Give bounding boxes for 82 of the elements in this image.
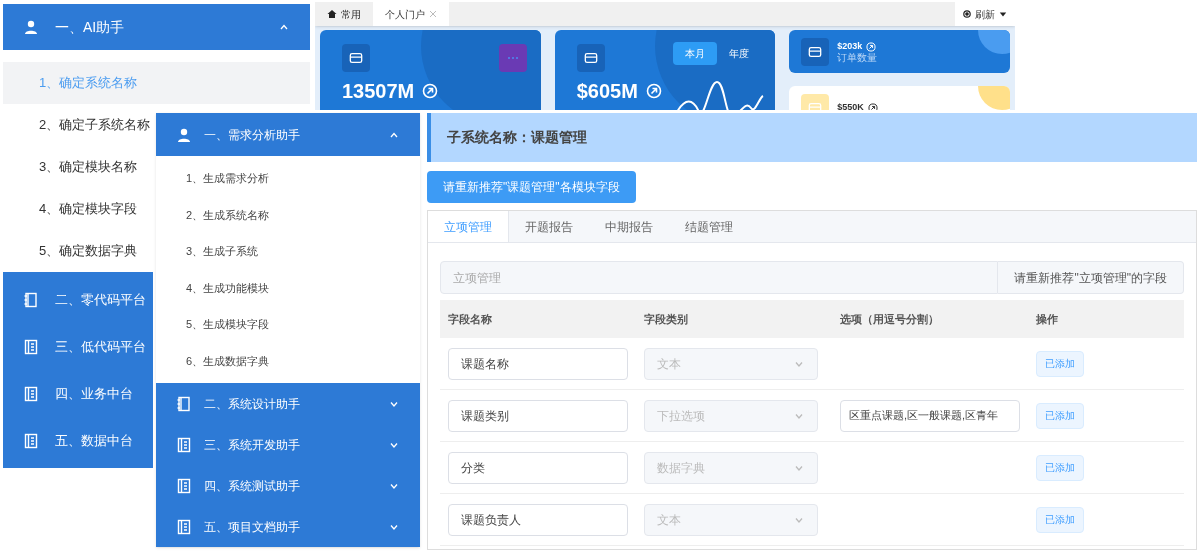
column-header: 操作 (1036, 311, 1059, 327)
period-tab[interactable]: 年度 (717, 42, 762, 65)
close-icon[interactable] (429, 10, 437, 18)
credit-card-icon (583, 51, 598, 65)
menu-item[interactable]: 5、生成模块字段 (156, 306, 420, 343)
module-tab[interactable]: 立项管理 (428, 211, 509, 242)
credit-card-icon (349, 51, 363, 65)
menu-section-label: 四、系统测试助手 (204, 477, 301, 495)
home-icon (327, 9, 337, 19)
module-tab[interactable]: 开题报告 (509, 211, 589, 242)
ledger-icon (176, 518, 192, 535)
ledger-icon (23, 432, 39, 449)
arrow-circle-icon (866, 41, 877, 52)
name-field[interactable]: 课题类别 (448, 399, 628, 432)
column-header: 字段类别 (644, 311, 689, 327)
column-header: 字段名称 (448, 311, 493, 327)
arrow-circle-icon (867, 102, 878, 110)
module-field[interactable]: 立项管理 (440, 261, 999, 294)
menu-section[interactable]: 四、业务中台 (3, 370, 153, 417)
refresh-button[interactable]: 刷新 (955, 2, 1015, 26)
user-icon (176, 126, 192, 143)
menu-section[interactable]: 五、项目文档助手 (156, 506, 420, 547)
menu-section[interactable]: 四、系统测试助手 (156, 465, 420, 506)
options-field[interactable]: 区重点课题,区一般课题,区青年 (840, 399, 1020, 432)
ledger-icon (23, 385, 39, 402)
recommend-fields-button[interactable]: 请重新推荐"立项管理"的字段 (998, 261, 1184, 294)
menu-item[interactable]: 3、生成子系统 (156, 233, 420, 270)
credit-card-icon (808, 100, 823, 110)
stat-value: $605M (576, 79, 638, 104)
notebook-icon (23, 291, 39, 308)
added-button[interactable]: 已添加 (1036, 506, 1084, 533)
arrow-circle-icon (422, 83, 439, 99)
menu-section-label: 五、项目文档助手 (204, 518, 301, 536)
menu-section-label: 二、系统设计助手 (204, 395, 301, 413)
menu-header[interactable]: 一、AI助手 (3, 4, 310, 50)
menu-section[interactable]: 二、系统设计助手 (156, 383, 420, 424)
caret-icon (999, 10, 1007, 18)
module-tab[interactable]: 结题管理 (669, 211, 749, 242)
menu-item[interactable]: 6、生成数据字典 (156, 342, 420, 379)
menu-header-label: 一、需求分析助手 (204, 126, 301, 144)
recommend-button[interactable]: 请重新推荐"课题管理"各模块字段 (427, 171, 636, 203)
menu-section[interactable]: 三、系统开发助手 (156, 424, 420, 465)
menu-item[interactable]: 1、确定系统名称 (3, 62, 310, 104)
name-field[interactable]: 分类 (448, 451, 628, 484)
radio-icon (963, 10, 971, 18)
menu-header-label: 一、AI助手 (55, 17, 126, 37)
stat-value: 13507M (342, 79, 415, 104)
notebook-icon (176, 395, 192, 412)
period-tab[interactable]: 本月 (673, 42, 718, 65)
name-field[interactable]: 课题负责人 (448, 503, 628, 536)
ledger-icon (176, 436, 192, 453)
menu-item[interactable]: 2、确定子系统名称 (3, 104, 155, 146)
stat-value: $203k (837, 39, 863, 53)
ledger-icon (23, 338, 39, 355)
page-tab[interactable]: 个人门户 (373, 2, 449, 26)
more-icon (506, 56, 519, 60)
menu-section[interactable]: 五、数据中台 (3, 417, 153, 464)
menu-section[interactable]: 三、低代码平台 (3, 323, 153, 370)
user-icon (23, 19, 39, 35)
name-field[interactable]: 课题名称 (448, 347, 628, 380)
page-tab[interactable]: 常用 (315, 2, 373, 26)
menu-item[interactable]: 3、确定模块名称 (3, 146, 155, 188)
credit-card-icon (808, 44, 823, 59)
added-button[interactable]: 已添加 (1036, 402, 1084, 429)
arrow-circle-icon (645, 83, 662, 99)
menu-item[interactable]: 5、确定数据字典 (3, 230, 155, 272)
module-tab[interactable]: 中期报告 (589, 211, 669, 242)
menu-item[interactable]: 4、确定模块字段 (3, 188, 155, 230)
more-button[interactable] (498, 44, 527, 72)
menu-item[interactable]: 1、生成需求分析 (156, 160, 420, 197)
ledger-icon (176, 477, 192, 494)
menu-section[interactable]: 二、零代码平台 (3, 276, 153, 323)
title-bar: 子系统名称：课题管理 (427, 113, 1197, 162)
column-header: 选项（用逗号分割） (840, 311, 940, 327)
added-button[interactable]: 已添加 (1036, 350, 1084, 377)
stat-label: 订单数量 (837, 53, 878, 64)
stat-value: $550K (837, 100, 864, 110)
menu-header[interactable]: 一、需求分析助手 (156, 113, 420, 156)
menu-item[interactable]: 4、生成功能模块 (156, 269, 420, 306)
menu-item[interactable]: 2、生成系统名称 (156, 196, 420, 233)
added-button[interactable]: 已添加 (1036, 454, 1084, 481)
menu-section-label: 三、系统开发助手 (204, 436, 301, 454)
